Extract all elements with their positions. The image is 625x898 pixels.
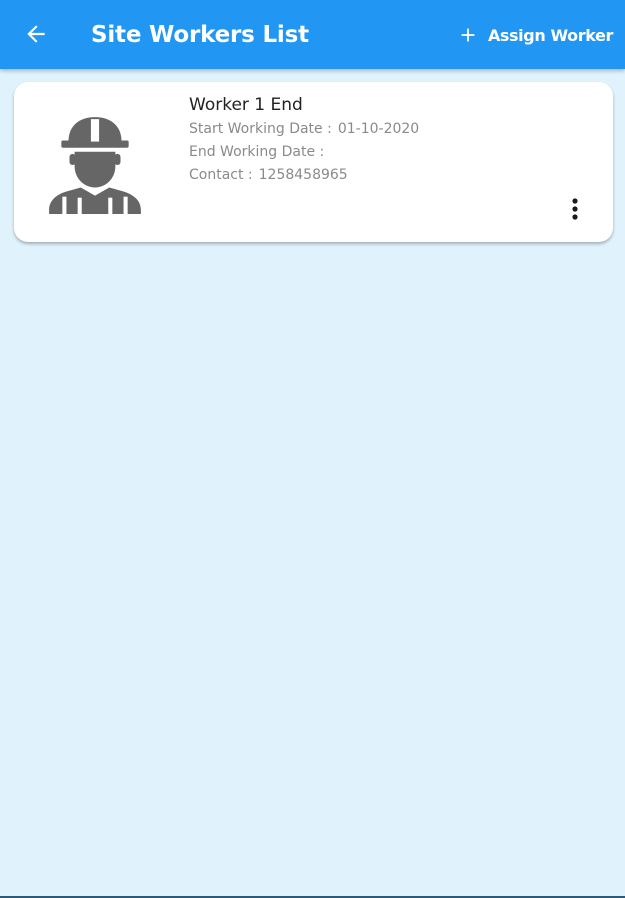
worker-card[interactable]: Worker 1 End Start Working Date : 01-10-2… — [14, 82, 613, 242]
construction-worker-icon — [49, 117, 141, 214]
arrow-left-icon — [27, 25, 45, 43]
worker-name: Worker 1 End — [189, 95, 303, 115]
start-date-label: Start Working Date : — [189, 121, 332, 137]
app-bar: Site Workers List Assign Worker — [0, 0, 625, 69]
contact-row: Contact : 1258458965 — [189, 164, 569, 187]
plus-icon — [457, 24, 479, 46]
start-date-row: Start Working Date : 01-10-2020 — [189, 118, 569, 141]
assign-worker-label: Assign Worker — [487, 25, 613, 45]
more-vert-icon — [572, 198, 578, 220]
end-date-label: End Working Date : — [189, 144, 325, 160]
start-date-value: 01-10-2020 — [337, 121, 420, 137]
worker-menu-button[interactable] — [561, 194, 589, 224]
contact-label: Contact : — [189, 167, 253, 183]
worker-info: Worker 1 End Start Working Date : 01-10-2… — [189, 94, 569, 187]
assign-worker-button[interactable]: Assign Worker — [457, 20, 613, 50]
page-title: Site Workers List — [91, 22, 309, 48]
contact-value: 1258458965 — [258, 167, 348, 183]
back-button[interactable] — [18, 16, 54, 52]
end-date-row: End Working Date : — [189, 141, 569, 164]
workers-list: Worker 1 End Start Working Date : 01-10-2… — [0, 69, 625, 898]
